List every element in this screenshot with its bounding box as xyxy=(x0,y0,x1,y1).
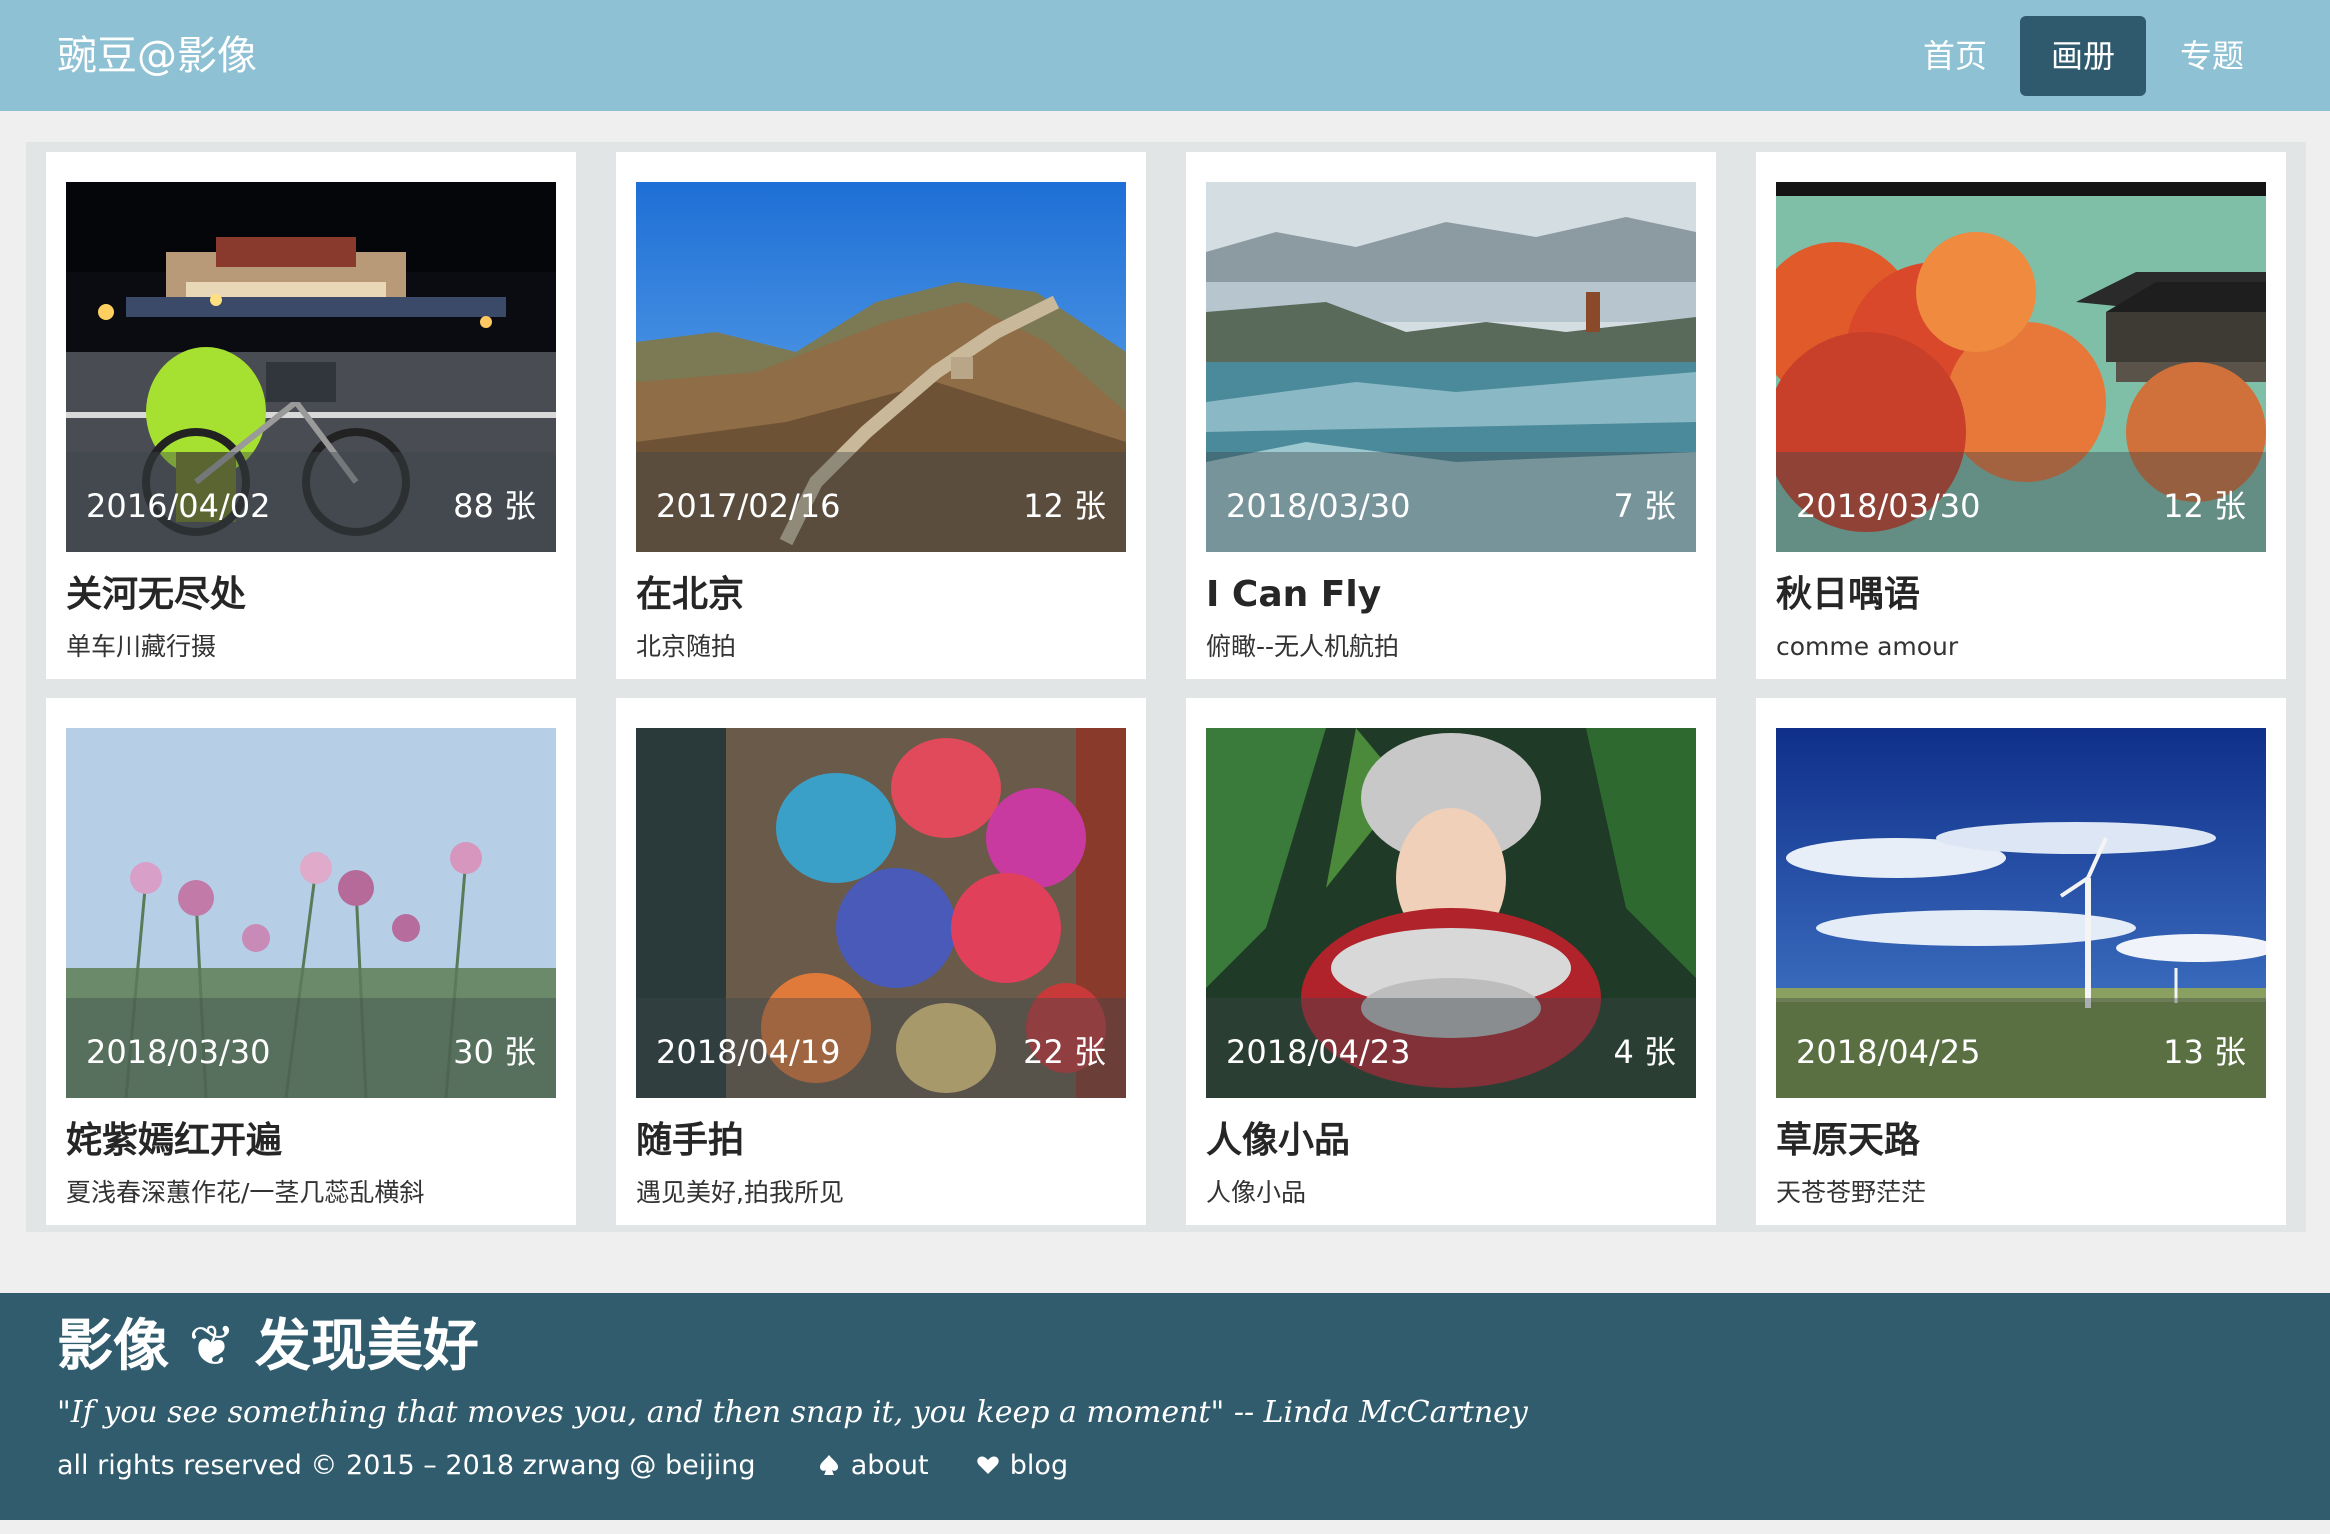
copyright-text: all rights reserved © 2015 – 2018 zrwang… xyxy=(57,1450,756,1481)
album-card[interactable]: 2016/04/02 88 张 关河无尽处 单车川藏行摄 xyxy=(46,152,576,679)
album-title[interactable]: 人像小品 xyxy=(1206,1116,1350,1166)
album-subtitle: 遇见美好,拍我所见 xyxy=(636,1178,844,1207)
album-title[interactable]: 秋日喁语 xyxy=(1776,570,1920,620)
album-date: 2016/04/02 xyxy=(86,487,271,525)
album-overlay: 2018/04/19 22 张 xyxy=(636,998,1126,1098)
album-subtitle: 夏浅春深蕙作花/一茎几蕊乱横斜 xyxy=(66,1178,425,1207)
album-title[interactable]: 草原天路 xyxy=(1776,1116,1920,1166)
album-title[interactable]: 随手拍 xyxy=(636,1116,744,1166)
album-overlay: 2018/04/23 4 张 xyxy=(1206,998,1696,1098)
album-card[interactable]: 2017/02/16 12 张 在北京 北京随拍 xyxy=(616,152,1146,679)
album-photo[interactable]: 2016/04/02 88 张 xyxy=(66,182,556,552)
album-overlay: 2018/03/30 30 张 xyxy=(66,998,556,1098)
album-date: 2018/03/30 xyxy=(1796,487,1981,525)
album-card[interactable]: 2018/03/30 30 张 姹紫嫣红开遍 夏浅春深蕙作花/一茎几蕊乱横斜 xyxy=(46,698,576,1225)
album-date: 2018/03/30 xyxy=(86,1033,271,1071)
album-count: 22 张 xyxy=(1023,1033,1106,1071)
album-count: 4 张 xyxy=(1613,1033,1676,1071)
album-date: 2017/02/16 xyxy=(656,487,841,525)
album-photo[interactable]: 2018/04/19 22 张 xyxy=(636,728,1126,1098)
album-count: 88 张 xyxy=(453,487,536,525)
album-subtitle: 天苍苍野茫茫 xyxy=(1776,1178,1927,1207)
album-count: 12 张 xyxy=(2163,487,2246,525)
album-subtitle: 俯瞰--无人机航拍 xyxy=(1206,632,1400,661)
heart-icon xyxy=(977,1456,999,1474)
album-count: 12 张 xyxy=(1023,487,1106,525)
album-card[interactable]: 2018/03/30 12 张 秋日喁语 comme amour xyxy=(1756,152,2286,679)
album-date: 2018/04/19 xyxy=(656,1033,841,1071)
footer-links: all rights reserved © 2015 – 2018 zrwang… xyxy=(57,1446,1068,1486)
album-card[interactable]: 2018/04/25 13 张 草原天路 天苍苍野茫茫 xyxy=(1756,698,2286,1225)
album-subtitle: comme amour xyxy=(1776,632,1959,661)
about-link[interactable]: about xyxy=(817,1450,938,1481)
album-count: 13 张 xyxy=(2163,1033,2246,1071)
album-photo[interactable]: 2018/03/30 7 张 xyxy=(1206,182,1696,552)
album-count: 30 张 xyxy=(453,1033,536,1071)
album-card[interactable]: 2018/03/30 7 张 I Can Fly 俯瞰--无人机航拍 xyxy=(1186,152,1716,679)
nav-topic[interactable]: 专题 xyxy=(2162,16,2262,96)
album-date: 2018/04/23 xyxy=(1226,1033,1411,1071)
footer-quote: "If you see something that moves you, an… xyxy=(57,1395,1528,1430)
album-title[interactable]: 姹紫嫣红开遍 xyxy=(66,1116,282,1166)
album-title[interactable]: 在北京 xyxy=(636,570,744,620)
about-label: about xyxy=(850,1450,929,1481)
footer-tagline: 影像 ❦ 发现美好 xyxy=(57,1314,479,1379)
album-subtitle: 北京随拍 xyxy=(636,632,737,661)
album-overlay: 2018/03/30 12 张 xyxy=(1776,452,2266,552)
album-count: 7 张 xyxy=(1613,487,1676,525)
album-title[interactable]: I Can Fly xyxy=(1206,570,1381,620)
spade-icon xyxy=(819,1455,838,1475)
site-brand[interactable]: 豌豆@影像 xyxy=(57,28,257,84)
album-overlay: 2017/02/16 12 张 xyxy=(636,452,1126,552)
album-date: 2018/04/25 xyxy=(1796,1033,1981,1071)
album-overlay: 2018/03/30 7 张 xyxy=(1206,452,1696,552)
blog-label: blog xyxy=(1009,1450,1069,1481)
album-subtitle: 人像小品 xyxy=(1206,1178,1307,1207)
album-photo[interactable]: 2018/03/30 30 张 xyxy=(66,728,556,1098)
nav-album[interactable]: 画册 xyxy=(2020,16,2146,96)
album-overlay: 2018/04/25 13 张 xyxy=(1776,998,2266,1098)
album-grid: 2016/04/02 88 张 关河无尽处 单车川藏行摄 2017/02/16 … xyxy=(26,142,2306,1232)
album-card[interactable]: 2018/04/23 4 张 人像小品 人像小品 xyxy=(1186,698,1716,1225)
album-card[interactable]: 2018/04/19 22 张 随手拍 遇见美好,拍我所见 xyxy=(616,698,1146,1225)
album-photo[interactable]: 2018/04/25 13 张 xyxy=(1776,728,2266,1098)
blog-link[interactable]: blog xyxy=(976,1450,1068,1481)
nav-home[interactable]: 首页 xyxy=(1905,16,2005,96)
album-photo[interactable]: 2018/04/23 4 张 xyxy=(1206,728,1696,1098)
album-title[interactable]: 关河无尽处 xyxy=(66,570,246,620)
top-navbar: 豌豆@影像 首页 画册 专题 xyxy=(0,0,2330,111)
album-photo[interactable]: 2018/03/30 12 张 xyxy=(1776,182,2266,552)
album-overlay: 2016/04/02 88 张 xyxy=(66,452,556,552)
album-photo[interactable]: 2017/02/16 12 张 xyxy=(636,182,1126,552)
album-date: 2018/03/30 xyxy=(1226,487,1411,525)
site-footer: 影像 ❦ 发现美好 "If you see something that mov… xyxy=(0,1293,2330,1520)
album-subtitle: 单车川藏行摄 xyxy=(66,632,217,661)
